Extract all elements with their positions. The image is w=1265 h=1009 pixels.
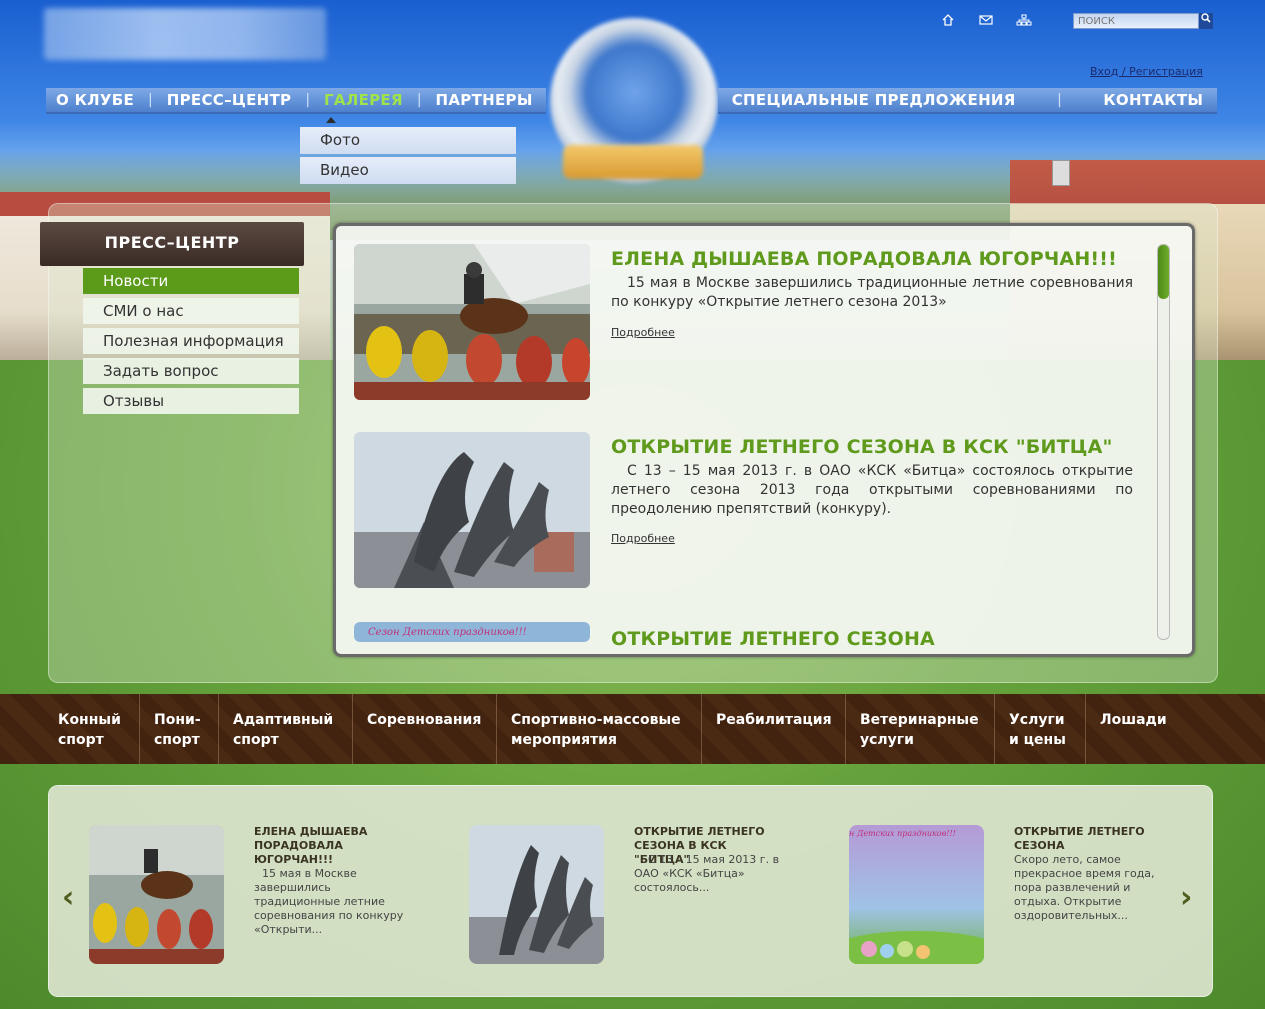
dropdown-item-photo[interactable]: Фото xyxy=(300,127,516,154)
search-box xyxy=(1073,13,1215,29)
carousel-text: Скоро лето, самое прекрасное время года,… xyxy=(1014,853,1155,922)
nav-gallery[interactable]: ГАЛЕРЕЯ xyxy=(324,91,403,109)
news-text: 15 мая в Москве завершились традиционные… xyxy=(611,275,1133,310)
main-nav-right: СПЕЦИАЛЬНЫЕ ПРЕДЛОЖЕНИЯ | КОНТАКТЫ xyxy=(718,88,1217,114)
carousel-image-caption: н Детских праздников!!! xyxy=(849,829,956,838)
login-link[interactable]: Вход / Регистрация xyxy=(1090,65,1203,78)
sidebar-item-media[interactable]: СМИ о нас xyxy=(83,298,299,324)
news-title[interactable]: ОТКРЫТИЕ ЛЕТНЕГО СЕЗОНА xyxy=(611,628,1141,650)
nav-press[interactable]: ПРЕСС–ЦЕНТР xyxy=(167,91,292,109)
sidebar-menu: Новости СМИ о нас Полезная информация За… xyxy=(83,268,299,418)
mail-icon[interactable] xyxy=(978,14,994,28)
news-image[interactable]: Сезон Детских праздников!!! xyxy=(354,622,590,642)
carousel-image[interactable] xyxy=(469,825,604,964)
news-item: ЕЛЕНА ДЫШАЕВА ПОРАДОВАЛА ЮГОРЧАН!!! 15 м… xyxy=(354,244,1144,404)
carousel-title[interactable]: ЕЛЕНА ДЫШАЕВА ПОРАДОВАЛА ЮГОРЧАН!!! xyxy=(254,825,404,867)
service-mass-events[interactable]: Спортивно-массовые мероприятия xyxy=(497,694,702,764)
nav-separator: | xyxy=(1057,92,1062,108)
news-more-link[interactable]: Подробнее xyxy=(611,532,675,545)
news-more-link[interactable]: Подробнее xyxy=(611,326,675,339)
news-item: Сезон Детских праздников!!! ОТКРЫТИЕ ЛЕТ… xyxy=(354,622,1144,654)
background-chimney xyxy=(1052,160,1070,186)
services-menu: Конный спорт Пони-спорт Адаптивный спорт… xyxy=(44,694,1167,764)
news-title[interactable]: ОТКРЫТИЕ ЛЕТНЕГО СЕЗОНА В КСК "БИТЦА" xyxy=(611,436,1141,458)
news-scrollbar-thumb[interactable] xyxy=(1158,245,1169,299)
news-image-caption: Сезон Детских праздников!!! xyxy=(368,627,527,638)
carousel-text: С 13 – 15 мая 2013 г. в ОАО «КСК «Битца»… xyxy=(634,853,780,894)
carousel-title[interactable]: ОТКРЫТИЕ ЛЕТНЕГО СЕЗОНА xyxy=(1014,825,1164,853)
news-text: С 13 – 15 мая 2013 г. в ОАО «КСК «Битца»… xyxy=(611,463,1133,517)
gallery-dropdown: Фото Видео xyxy=(300,127,516,187)
news-title[interactable]: ЕЛЕНА ДЫШАЕВА ПОРАДОВАЛА ЮГОРЧАН!!! xyxy=(611,248,1141,270)
service-veterinary[interactable]: Ветеринарные услуги xyxy=(846,694,995,764)
service-adaptive-sport[interactable]: Адаптивный спорт xyxy=(219,694,353,764)
news-scrollbar[interactable] xyxy=(1157,244,1170,640)
nav-separator: | xyxy=(305,92,311,108)
carousel-image[interactable] xyxy=(89,825,224,964)
service-rehabilitation[interactable]: Реабилитация xyxy=(702,694,846,764)
news-image[interactable] xyxy=(354,244,590,400)
service-pony-sport[interactable]: Пони-спорт xyxy=(140,694,219,764)
dropdown-item-video[interactable]: Видео xyxy=(300,157,516,184)
dropdown-arrow-icon xyxy=(326,117,336,123)
news-item: ОТКРЫТИЕ ЛЕТНЕГО СЕЗОНА В КСК "БИТЦА" С … xyxy=(354,432,1144,592)
sidebar-item-ask-question[interactable]: Задать вопрос xyxy=(83,358,299,384)
service-competitions[interactable]: Соревнования xyxy=(353,694,497,764)
nav-separator: | xyxy=(416,92,422,108)
service-prices[interactable]: Услуги и цены xyxy=(995,694,1086,764)
sidebar-title: ПРЕСС–ЦЕНТР xyxy=(40,222,304,266)
nav-about[interactable]: О КЛУБЕ xyxy=(56,91,134,109)
sidebar-item-useful-info[interactable]: Полезная информация xyxy=(83,328,299,354)
nav-contacts[interactable]: КОНТАКТЫ xyxy=(1103,91,1203,109)
arrow-left-icon[interactable]: ‹ xyxy=(62,880,74,915)
sidebar-item-reviews[interactable]: Отзывы xyxy=(83,388,299,414)
home-icon[interactable] xyxy=(940,14,956,28)
news-image[interactable] xyxy=(354,432,590,588)
sidebar-item-news[interactable]: Новости xyxy=(83,268,299,294)
search-icon[interactable] xyxy=(1199,13,1213,29)
nav-separator: | xyxy=(148,92,153,108)
news-list: ЕЛЕНА ДЫШАЕВА ПОРАДОВАЛА ЮГОРЧАН!!! 15 м… xyxy=(333,223,1195,657)
service-horse-sport[interactable]: Конный спорт xyxy=(44,694,140,764)
site-logo[interactable] xyxy=(44,8,326,60)
arrow-right-icon[interactable]: › xyxy=(1180,880,1192,915)
sitemap-icon[interactable] xyxy=(1016,14,1032,28)
carousel-text: 15 мая в Москве завершились традиционные… xyxy=(254,867,404,936)
search-input[interactable] xyxy=(1073,13,1199,29)
top-icons xyxy=(940,14,1032,28)
main-nav-left: О КЛУБЕ | ПРЕСС–ЦЕНТР | ГАЛЕРЕЯ | ПАРТНЕ… xyxy=(46,88,546,114)
nav-partners[interactable]: ПАРТНЕРЫ xyxy=(436,91,533,109)
nav-special-offers[interactable]: СПЕЦИАЛЬНЫЕ ПРЕДЛОЖЕНИЯ xyxy=(732,91,1016,109)
service-horses[interactable]: Лошади xyxy=(1086,694,1167,764)
club-emblem-ribbon xyxy=(563,145,703,179)
carousel-image[interactable]: н Детских праздников!!! xyxy=(849,825,984,964)
